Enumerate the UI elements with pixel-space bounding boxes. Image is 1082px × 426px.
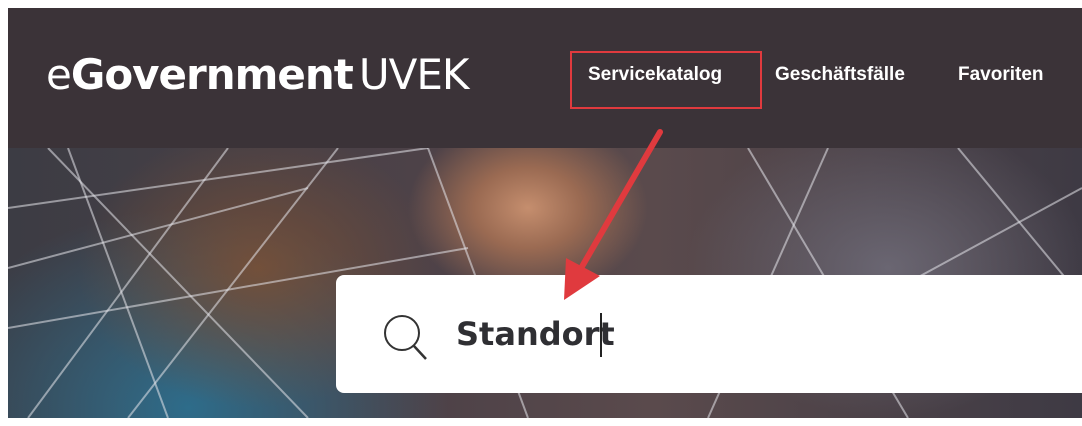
search-input[interactable]: Standort [456,315,615,353]
site-header: eGovernment UVEK Servicekatalog Geschäfts… [8,8,1082,148]
logo-light: UVEK [358,50,470,99]
page: eGovernment UVEK Servicekatalog Geschäfts… [8,8,1082,418]
logo-bold: Government [70,50,354,99]
logo-prefix: e [46,50,72,99]
text-caret [600,313,602,357]
highlight-annotation-box [570,51,762,109]
nav-geschaeftsfaelle[interactable]: Geschäftsfälle [775,64,905,86]
nav-favoriten[interactable]: Favoriten [958,64,1044,86]
search-box[interactable]: Standort [336,275,1082,393]
search-icon [384,315,427,360]
site-logo[interactable]: eGovernment UVEK [46,50,470,99]
